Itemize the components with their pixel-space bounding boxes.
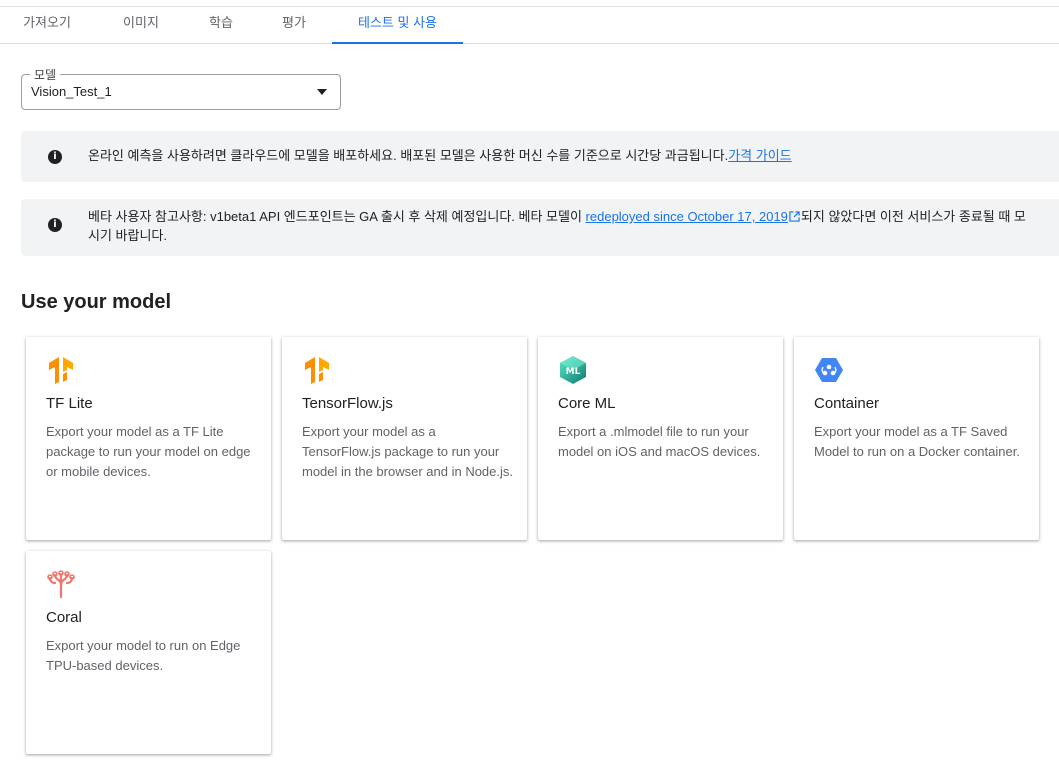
tab-test-and-use-label: 테스트 및 사용: [358, 15, 437, 30]
coral-icon: [47, 570, 75, 599]
card-description: Export a .mlmodel file to run your model…: [558, 424, 761, 459]
tab-images[interactable]: 이미지: [94, 7, 188, 43]
tab-images-label: 이미지: [123, 15, 159, 30]
beta-notice-text: 베타 사용자 참고사항: v1beta1 API 엔드포인트는 GA 출시 후 …: [88, 207, 1026, 245]
model-select[interactable]: 모델 Vision_Test_1: [21, 66, 341, 110]
svg-text:ML: ML: [566, 367, 581, 377]
model-select-value: Vision_Test_1: [31, 84, 112, 99]
tab-train-label: 학습: [209, 15, 233, 30]
tensorflow-icon: [305, 357, 329, 384]
tab-bar: 가져오기 이미지 학습 평가 테스트 및 사용: [0, 7, 1059, 44]
card-description: Export your model as a TF Saved Model to…: [814, 424, 1020, 459]
redeployed-link[interactable]: redeployed since October 17, 2019: [586, 209, 788, 224]
card-description: Export your model as a TF Lite package t…: [46, 424, 251, 479]
use-your-model-title: Use your model: [21, 291, 172, 313]
beta-notice-line2: 시기 바랍니다.: [88, 228, 167, 243]
tab-test-and-use[interactable]: 테스트 및 사용: [332, 7, 463, 44]
tf-lite-card[interactable]: TF Lite Export your model as a TF Lite p…: [26, 337, 271, 540]
tab-import[interactable]: 가져오기: [0, 7, 94, 43]
active-tab-indicator: [332, 42, 463, 44]
info-icon: i: [48, 150, 62, 164]
tensorflow-icon: [49, 357, 73, 384]
tensorflow-js-card[interactable]: TensorFlow.js Export your model as a Ten…: [282, 337, 527, 540]
container-card[interactable]: Container Export your model as a TF Save…: [794, 337, 1039, 540]
coral-card[interactable]: Coral Export your model to run on Edge T…: [26, 551, 271, 754]
core-ml-card[interactable]: ML Core ML Export a .mlmodel file to run…: [538, 337, 783, 540]
tab-evaluate[interactable]: 평가: [254, 7, 334, 43]
card-title: Container: [814, 395, 880, 412]
external-link-icon: [789, 211, 800, 222]
card-title: TensorFlow.js: [302, 395, 393, 412]
tab-import-label: 가져오기: [23, 15, 71, 30]
beta-notice-message-end: 되지 않았다면 이전 서비스가 종료될 때 모: [800, 209, 1026, 224]
dropdown-arrow-icon: [317, 89, 327, 95]
card-description: Export your model as a TensorFlow.js pac…: [302, 424, 514, 479]
tab-train[interactable]: 학습: [188, 7, 254, 43]
pricing-info-banner: i 온라인 예측을 사용하려면 클라우드에 모델을 배포하세요. 배포된 모델은…: [21, 131, 1059, 182]
card-title: Coral: [46, 609, 82, 626]
card-title: Core ML: [558, 395, 616, 412]
pricing-info-text: 온라인 예측을 사용하려면 클라우드에 모델을 배포하세요. 배포된 모델은 사…: [88, 146, 792, 165]
container-icon: [815, 358, 843, 382]
pricing-info-message: 온라인 예측을 사용하려면 클라우드에 모델을 배포하세요. 배포된 모델은 사…: [88, 148, 729, 163]
card-title: TF Lite: [46, 395, 93, 412]
card-description: Export your model to run on Edge TPU-bas…: [46, 638, 241, 673]
model-select-label: 모델: [30, 66, 61, 83]
info-icon: i: [48, 218, 62, 232]
beta-notice-banner: i 베타 사용자 참고사항: v1beta1 API 엔드포인트는 GA 출시 …: [21, 199, 1059, 256]
pricing-guide-link[interactable]: 가격 가이드: [728, 148, 791, 163]
tab-evaluate-label: 평가: [282, 15, 306, 30]
beta-notice-message: 베타 사용자 참고사항: v1beta1 API 엔드포인트는 GA 출시 후 …: [88, 209, 586, 224]
coreml-icon: ML: [560, 356, 586, 384]
